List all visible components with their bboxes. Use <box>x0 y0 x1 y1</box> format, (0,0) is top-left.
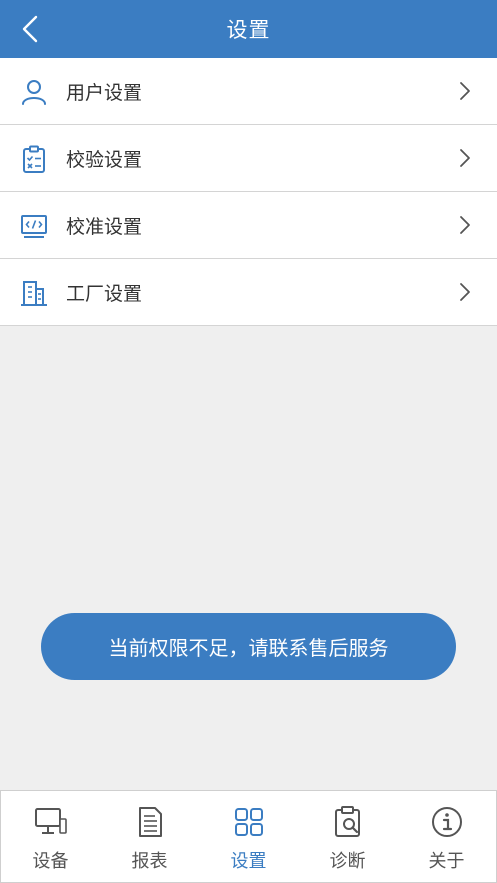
tab-label: 设备 <box>32 851 69 872</box>
tab-label: 关于 <box>428 851 465 872</box>
info-icon <box>431 807 462 837</box>
menu-item-label: 校验设置 <box>66 149 143 171</box>
chevron-right-icon <box>460 283 470 301</box>
tab-label: 设置 <box>230 851 267 872</box>
chevron-right-icon <box>460 82 470 100</box>
user-icon <box>22 80 46 105</box>
code-monitor-icon <box>21 215 47 238</box>
grid-settings-icon <box>234 808 263 836</box>
menu-item-calibration-settings[interactable]: 校准设置 <box>0 192 497 259</box>
tab-label: 诊断 <box>329 851 366 872</box>
tab-about[interactable]: 关于 <box>397 791 496 882</box>
settings-menu: 用户设置 校验设置 校准设置 工厂设置 <box>0 58 497 326</box>
menu-item-user-settings[interactable]: 用户设置 <box>0 58 497 125</box>
app-header: 设置 <box>0 0 497 58</box>
clipboard-checklist-icon <box>23 145 45 173</box>
tab-label: 报表 <box>131 851 168 872</box>
factory-building-icon <box>21 281 47 306</box>
tab-diagnosis[interactable]: 诊断 <box>298 791 397 882</box>
menu-item-label: 工厂设置 <box>66 283 143 305</box>
chevron-right-icon <box>460 149 470 167</box>
menu-item-label: 用户设置 <box>66 82 143 104</box>
menu-item-factory-settings[interactable]: 工厂设置 <box>0 259 497 326</box>
report-document-icon <box>138 807 162 837</box>
device-monitor-icon <box>34 808 67 834</box>
chevron-right-icon <box>460 216 470 234</box>
bottom-tab-bar: 设备 报表 设置 诊断 关于 <box>0 790 497 883</box>
page-title: 设置 <box>226 18 271 42</box>
menu-item-label: 校准设置 <box>66 216 143 238</box>
tab-device[interactable]: 设备 <box>1 791 100 882</box>
permission-toast: 当前权限不足，请联系售后服务 <box>41 613 456 680</box>
tab-report[interactable]: 报表 <box>100 791 199 882</box>
diagnosis-clipboard-icon <box>334 806 360 837</box>
tab-settings[interactable]: 设置 <box>199 791 298 882</box>
menu-item-verification-settings[interactable]: 校验设置 <box>0 125 497 192</box>
